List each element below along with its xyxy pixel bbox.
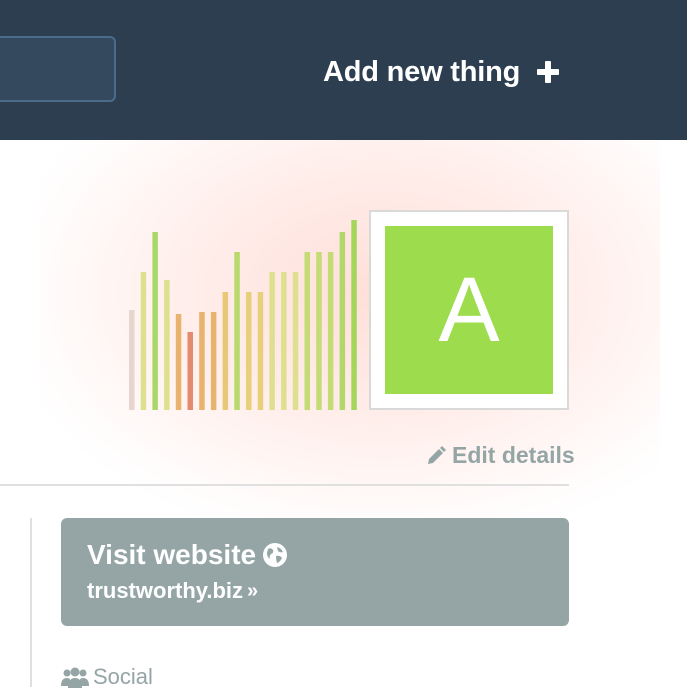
avatar-frame[interactable]: A [369,210,569,410]
chart-bar [187,332,193,410]
chart-bar [222,292,229,410]
chart-bar [175,314,182,410]
chart-bar [257,292,264,410]
chart-bar [152,232,158,410]
avatar: A [385,226,553,394]
chart-bar [339,232,346,410]
chart-bar [269,272,275,410]
section-divider [0,484,569,486]
chart-bar [140,272,147,410]
chart-bar [129,310,135,410]
pencil-icon [426,445,446,465]
chart-bar [281,272,287,410]
avatar-letter: A [438,258,500,361]
plus-icon [536,60,560,84]
visit-website-button[interactable]: Visit website trustworthy.biz » [61,518,569,626]
activity-bar-chart [127,210,363,410]
chart-bar [199,312,205,410]
globe-icon [262,542,288,568]
search-input[interactable] [0,36,116,102]
add-new-thing-button[interactable]: Add new thing [323,50,560,94]
social-label: Social [93,664,153,689]
add-new-thing-label: Add new thing [323,55,521,88]
chart-bar [210,312,217,410]
social-section-heading: Social [61,664,153,690]
visit-website-label: Visit website [87,539,257,570]
chevrons-right-icon: » [247,579,259,602]
chart-bar [351,220,357,410]
vertical-rule [30,518,32,687]
website-url: trustworthy.biz [87,578,244,603]
chart-bar [304,252,310,410]
chart-bar [234,252,240,410]
top-navbar: Add new thing [0,0,687,140]
chart-bar [327,252,334,410]
chart-bar [292,272,299,410]
people-icon [61,666,89,688]
edit-details-label: Edit details [452,441,575,468]
chart-bar [316,252,322,410]
chart-bar [246,292,252,410]
chart-bar [164,280,170,410]
edit-details-link[interactable]: Edit details [426,440,575,470]
